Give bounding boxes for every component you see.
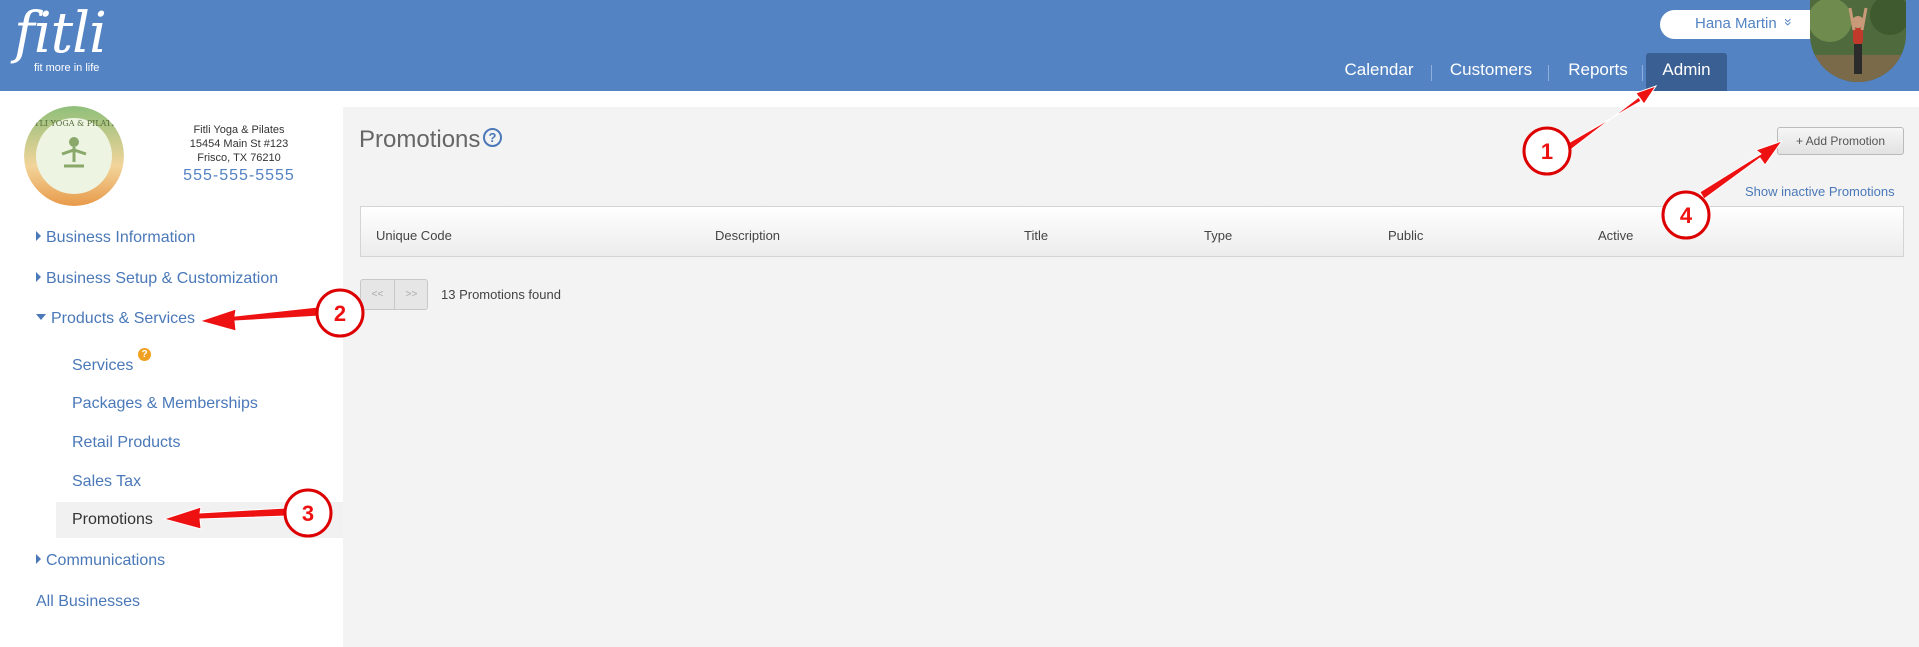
- add-promotion-button[interactable]: + Add Promotion: [1777, 127, 1904, 155]
- nav-divider: [1642, 65, 1643, 81]
- sidebar-subitem-sales-tax[interactable]: Sales Tax: [72, 473, 141, 491]
- business-address-line1: 15454 Main St #123: [189, 138, 289, 150]
- business-phone[interactable]: 555-555-5555: [172, 168, 306, 184]
- prev-page-button[interactable]: <<: [361, 280, 394, 309]
- fitli-logo[interactable]: fitli fit more in life: [14, 1, 107, 75]
- logo-wordmark: fitli: [14, 1, 107, 66]
- nav-divider: [1548, 65, 1549, 81]
- sidebar-item-label: Business Setup & Customization: [46, 270, 279, 287]
- sidebar-item-all-businesses[interactable]: All Businesses: [36, 593, 140, 611]
- business-logo: FITLI YOGA & PILATES: [24, 106, 124, 206]
- business-name: Fitli Yoga & Pilates: [193, 124, 285, 136]
- column-header-description[interactable]: Description: [715, 228, 780, 243]
- promotions-table-header: Unique Code Description Title Type Publi…: [360, 206, 1904, 257]
- top-header: fitli fit more in life Hana Martin » Cal…: [0, 0, 1919, 91]
- sidebar-item-label: Products & Services: [51, 310, 196, 327]
- sidebar-subitem-promotions[interactable]: Promotions: [72, 511, 153, 529]
- business-logo-text: FITLI YOGA & PILATES: [25, 119, 122, 128]
- caret-down-icon: [36, 314, 46, 320]
- caret-right-icon: [36, 231, 41, 241]
- show-inactive-link[interactable]: Show inactive Promotions: [1745, 184, 1895, 199]
- column-header-title[interactable]: Title: [1024, 228, 1048, 243]
- nav-customers[interactable]: Customers: [1443, 53, 1539, 91]
- sidebar-item-label: Business Information: [46, 229, 196, 246]
- user-name: Hana Martin: [1695, 15, 1777, 32]
- sidebar-item-communications[interactable]: Communications: [36, 552, 165, 570]
- nav-admin[interactable]: Admin: [1646, 53, 1727, 91]
- sidebar-item-products-services[interactable]: Products & Services: [36, 310, 195, 328]
- nav-divider: [1431, 65, 1432, 81]
- column-header-unique-code[interactable]: Unique Code: [376, 228, 452, 243]
- annotation-arrow-2: [198, 306, 321, 332]
- chevron-down-icon: »: [1780, 18, 1797, 26]
- sidebar-item-business-information[interactable]: Business Information: [36, 229, 195, 247]
- nav-calendar[interactable]: Calendar: [1336, 53, 1422, 91]
- pagination: << >>: [360, 279, 428, 310]
- help-badge-icon[interactable]: ?: [138, 348, 151, 361]
- column-header-public[interactable]: Public: [1388, 228, 1423, 243]
- avatar-photo-icon: [1810, 0, 1906, 82]
- sidebar-subitem-packages[interactable]: Packages & Memberships: [72, 395, 258, 413]
- yoga-logo-icon: FITLI YOGA & PILATES: [24, 106, 124, 206]
- caret-right-icon: [36, 554, 41, 564]
- sidebar-subitem-services[interactable]: Services: [72, 357, 133, 375]
- help-icon[interactable]: ?: [483, 128, 502, 147]
- column-header-type[interactable]: Type: [1204, 228, 1232, 243]
- column-header-active[interactable]: Active: [1598, 228, 1633, 243]
- page-title: Promotions: [359, 126, 481, 153]
- results-count: 13 Promotions found: [441, 287, 561, 302]
- sidebar-subitem-retail[interactable]: Retail Products: [72, 434, 181, 452]
- business-info: Fitli Yoga & Pilates 15454 Main St #123 …: [172, 123, 306, 184]
- caret-right-icon: [36, 272, 41, 282]
- logo-tagline: fit more in life: [34, 62, 100, 74]
- sidebar-item-business-setup[interactable]: Business Setup & Customization: [36, 270, 278, 288]
- next-page-button[interactable]: >>: [395, 280, 428, 309]
- business-address-line2: Frisco, TX 76210: [197, 152, 281, 164]
- main-panel: Promotions ? + Add Promotion Show inacti…: [343, 107, 1919, 647]
- nav-reports[interactable]: Reports: [1560, 53, 1636, 91]
- sidebar-item-label: Communications: [46, 552, 166, 569]
- avatar[interactable]: [1810, 0, 1906, 82]
